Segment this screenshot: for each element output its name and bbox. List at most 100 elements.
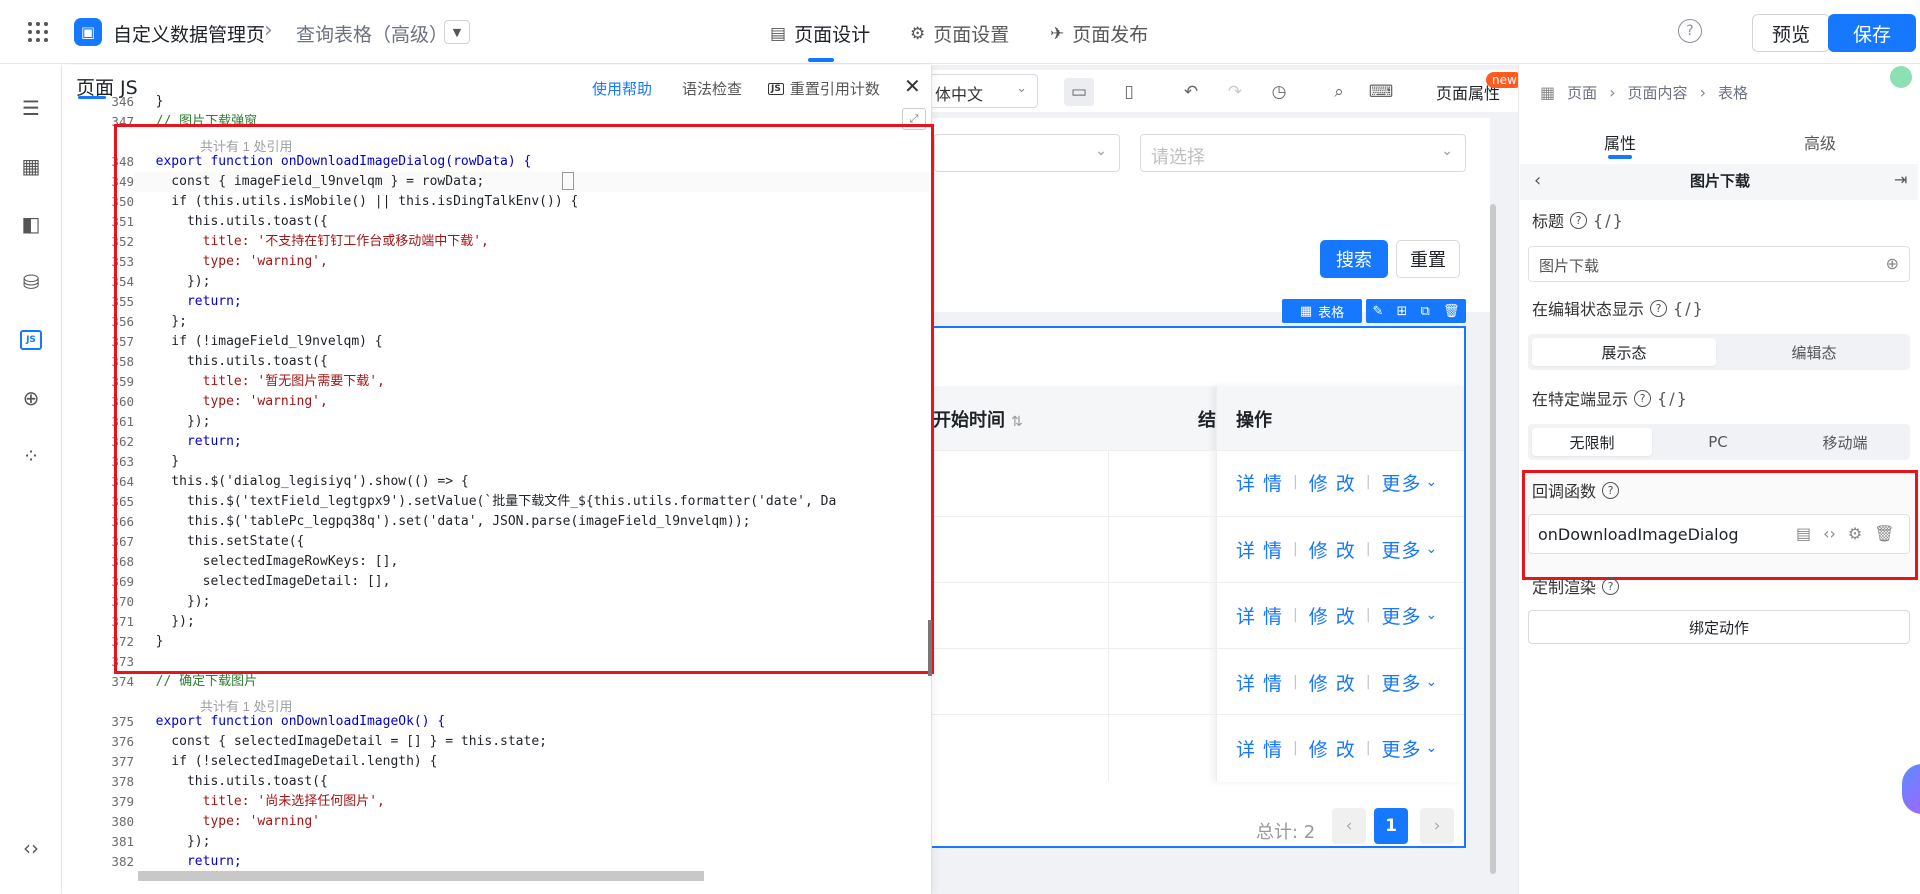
copy-icon[interactable]: ⧉: [1421, 304, 1430, 319]
row-divider: [932, 714, 1464, 715]
edit-link[interactable]: 修 改: [1309, 602, 1356, 629]
js-icon[interactable]: JS: [20, 330, 42, 350]
tab-page-publish[interactable]: ✈ 页面发布: [1050, 20, 1148, 47]
more-link[interactable]: 更多: [1382, 602, 1422, 629]
code-horizontal-scrollbar[interactable]: [138, 871, 704, 881]
filter-select-2[interactable]: 请选择 ⌄: [1140, 134, 1466, 172]
back-icon[interactable]: ‹: [1534, 170, 1541, 191]
edit-state-option-display[interactable]: 展示态: [1532, 338, 1716, 366]
apps-icon[interactable]: ⁘: [18, 443, 44, 469]
action-separator: |: [1293, 474, 1299, 490]
code-vertical-scrollbar[interactable]: [928, 620, 932, 676]
avatar[interactable]: [1890, 66, 1912, 88]
column-header-start-time[interactable]: 开始时间 ⇅: [933, 406, 1023, 432]
reset-button[interactable]: 重置: [1396, 240, 1460, 278]
chevron-down-icon[interactable]: ⌄: [1426, 674, 1439, 690]
prev-page-button[interactable]: ‹: [1332, 808, 1366, 844]
edit-icon[interactable]: ✎: [1373, 304, 1384, 319]
chevron-right-icon: ›: [1699, 83, 1706, 102]
help-icon[interactable]: ?: [1634, 389, 1652, 407]
tab-advanced[interactable]: 高级: [1804, 130, 1836, 154]
app-grid-icon[interactable]: [28, 22, 48, 42]
top-bar: ▣ 自定义数据管理页 › 查询表格（高级） ▼ ▤ 页面设计 ⚙ 页面设置 ✈ …: [0, 0, 1920, 64]
device-option-pc[interactable]: PC: [1658, 428, 1778, 456]
detail-link[interactable]: 详 情: [1236, 669, 1283, 696]
row-divider: [932, 450, 1464, 451]
more-link[interactable]: 更多: [1382, 669, 1422, 696]
components-icon[interactable]: ▦: [18, 153, 44, 179]
keyboard-icon[interactable]: ⌨: [1366, 78, 1396, 106]
gear-icon[interactable]: ⚙: [1848, 524, 1862, 543]
preview-button[interactable]: 预览: [1752, 14, 1830, 52]
tab-properties[interactable]: 属性: [1604, 130, 1636, 154]
crumb-page[interactable]: 页面: [1567, 82, 1597, 103]
title-input[interactable]: 图片下载 ⊕: [1528, 246, 1910, 282]
page-name[interactable]: 查询表格（高级）: [296, 20, 448, 47]
filter-select-1[interactable]: ⌄: [934, 134, 1120, 172]
language-value: 体中文: [935, 85, 984, 104]
device-option-unlimited[interactable]: 无限制: [1532, 428, 1652, 456]
help-icon[interactable]: ?: [1678, 19, 1702, 43]
redo-icon[interactable]: ↷: [1220, 78, 1250, 106]
globe-icon[interactable]: ⊕: [18, 385, 44, 411]
help-icon[interactable]: ?: [1602, 577, 1620, 595]
help-icon[interactable]: ?: [1570, 211, 1588, 229]
bind-action-button[interactable]: 绑定动作: [1528, 610, 1910, 644]
desktop-view-icon[interactable]: ▭: [1064, 78, 1094, 106]
chevron-down-icon[interactable]: ⌄: [1426, 541, 1439, 557]
edit-state-option-edit[interactable]: 编辑态: [1722, 338, 1906, 366]
history-icon[interactable]: ◷: [1264, 78, 1294, 106]
mobile-view-icon[interactable]: ▯: [1114, 78, 1144, 106]
canvas-scrollbar[interactable]: [1490, 204, 1496, 874]
edit-link[interactable]: 修 改: [1309, 469, 1356, 496]
variable-binding-icon[interactable]: {/}: [1593, 211, 1625, 230]
search-button[interactable]: 搜索: [1320, 240, 1388, 278]
globe-icon[interactable]: ⊕: [1886, 254, 1899, 273]
chevron-down-icon[interactable]: ⌄: [1426, 607, 1439, 623]
variable-binding-icon[interactable]: {/}: [1657, 389, 1689, 408]
help-icon[interactable]: ?: [1650, 299, 1668, 317]
sort-icon[interactable]: ⇅: [1011, 414, 1023, 430]
line-number: 346: [111, 94, 134, 109]
crumb-page-content[interactable]: 页面内容: [1628, 82, 1688, 103]
variable-binding-icon[interactable]: {/}: [1673, 299, 1705, 318]
datasource-icon[interactable]: ⛁: [18, 269, 44, 295]
chevron-down-icon[interactable]: ⌄: [1426, 474, 1439, 490]
more-link[interactable]: 更多: [1382, 536, 1422, 563]
more-link[interactable]: 更多: [1382, 735, 1422, 762]
help-icon[interactable]: ?: [1602, 481, 1620, 499]
detail-link[interactable]: 详 情: [1236, 602, 1283, 629]
code-icon[interactable]: ‹›: [1823, 524, 1836, 543]
undo-icon[interactable]: ↶: [1176, 78, 1206, 106]
document-icon[interactable]: ▤: [1796, 524, 1811, 543]
edit-link[interactable]: 修 改: [1309, 669, 1356, 696]
tab-page-design[interactable]: ▤ 页面设计: [770, 20, 870, 47]
code-line: 379 title: '尚未选择任何图片',: [62, 792, 932, 812]
edit-link[interactable]: 修 改: [1309, 536, 1356, 563]
line-number: 380: [111, 814, 134, 829]
more-link[interactable]: 更多: [1382, 469, 1422, 496]
language-select[interactable]: 体中文 ⌄: [926, 74, 1038, 108]
crumb-table[interactable]: 表格: [1718, 82, 1748, 103]
outline-icon[interactable]: ☰: [18, 95, 44, 121]
search-icon[interactable]: ⌕: [1324, 78, 1354, 106]
device-option-mobile[interactable]: 移动端: [1784, 428, 1906, 456]
save-button[interactable]: 保存: [1828, 14, 1916, 52]
detail-link[interactable]: 详 情: [1236, 536, 1283, 563]
page-dropdown-icon[interactable]: ▼: [444, 20, 470, 44]
layout-icon[interactable]: ◧: [18, 211, 44, 237]
trash-icon[interactable]: 🗑: [1443, 304, 1460, 319]
detail-link[interactable]: 详 情: [1236, 735, 1283, 762]
tab-page-settings[interactable]: ⚙ 页面设置: [910, 20, 1009, 47]
code-icon[interactable]: ‹›: [18, 835, 44, 861]
current-page-button[interactable]: 1: [1374, 808, 1408, 844]
code-line: 381 });: [62, 832, 932, 852]
next-page-button[interactable]: ›: [1420, 808, 1454, 844]
chevron-down-icon[interactable]: ⌄: [1426, 740, 1439, 756]
trash-icon[interactable]: 🗑: [1874, 524, 1894, 543]
add-icon[interactable]: ⊞: [1397, 304, 1408, 319]
table-component-tag[interactable]: ▦ 表格: [1282, 299, 1362, 323]
edit-link[interactable]: 修 改: [1309, 735, 1356, 762]
exit-icon[interactable]: ⇥: [1894, 170, 1907, 189]
detail-link[interactable]: 详 情: [1236, 469, 1283, 496]
